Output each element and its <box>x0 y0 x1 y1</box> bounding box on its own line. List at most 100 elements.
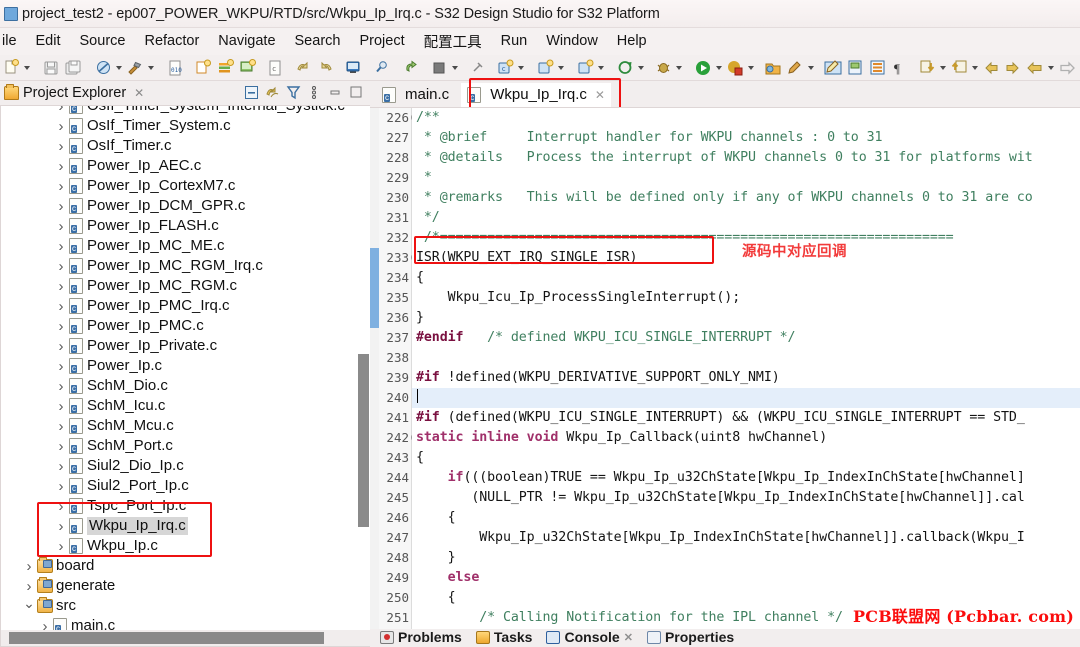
chevron-right-icon[interactable] <box>53 419 69 434</box>
minimize-icon[interactable] <box>327 84 343 100</box>
menu-item-project[interactable]: Project <box>350 31 414 52</box>
profile-icon[interactable] <box>725 58 745 78</box>
tree-item[interactable]: Power_Ip_Private.c <box>1 336 370 356</box>
paintbrush-icon[interactable] <box>785 58 805 78</box>
menu-item-window[interactable]: Window <box>537 31 608 52</box>
editor-gutter[interactable]: 226 227 228 229 230 231 232 233 234 235 236 237 238 2… <box>370 108 420 647</box>
new-config3-icon[interactable] <box>575 58 595 78</box>
code-text-area[interactable]: /** * @brief Interrupt handler for WKPU … <box>412 108 1080 647</box>
pilcrow-icon[interactable]: ¶ <box>889 58 909 78</box>
hammer-build-icon[interactable] <box>125 58 145 78</box>
chevron-right-icon[interactable] <box>53 519 69 534</box>
code-line[interactable]: static inline void Wkpu_Ip_Callback(uint… <box>412 428 1080 448</box>
profile-dropdown-icon[interactable] <box>746 59 756 77</box>
run-dropdown-icon[interactable] <box>714 59 724 77</box>
view-filter-icon[interactable] <box>285 84 301 100</box>
tree-vertical-scrollbar[interactable] <box>358 354 369 527</box>
terminal-icon[interactable] <box>343 58 363 78</box>
new-layers-icon[interactable] <box>215 58 235 78</box>
chevron-down-icon[interactable] <box>21 599 37 613</box>
save-icon[interactable] <box>41 58 61 78</box>
tab-tasks[interactable]: Tasks <box>475 629 532 645</box>
tab-console[interactable]: Console ✕ <box>546 629 633 645</box>
code-line[interactable]: * <box>412 168 1080 188</box>
menu-item-edit[interactable]: Edit <box>27 31 71 52</box>
prev-annotation-dropdown-icon[interactable] <box>970 59 980 77</box>
menu-item-search[interactable]: Search <box>286 31 351 52</box>
code-line[interactable] <box>412 388 1080 408</box>
menu-item-source[interactable]: Source <box>71 31 136 52</box>
tree-item[interactable]: OsIf_Timer_System_Internal_Systick.c <box>1 106 370 116</box>
code-line[interactable]: else <box>412 568 1080 588</box>
search-tool-icon[interactable] <box>371 58 391 78</box>
code-line[interactable]: if(((boolean)TRUE == Wkpu_Ip_u32ChState[… <box>412 468 1080 488</box>
chevron-right-icon[interactable] <box>53 159 69 174</box>
code-line[interactable]: * @brief Interrupt handler for WKPU chan… <box>412 128 1080 148</box>
code-line[interactable]: #if !defined(WKPU_DERIVATIVE_SUPPORT_ONL… <box>412 368 1080 388</box>
tree-item[interactable]: Tspc_Port_Ip.c <box>1 496 370 516</box>
new-c-file-icon[interactable]: c <box>265 58 285 78</box>
save-copy-icon[interactable] <box>845 58 865 78</box>
project-tree-panel[interactable]: OsIf_Timer_System_Internal_Systick.c OsIf… <box>0 105 370 647</box>
tree-item[interactable]: SchM_Icu.c <box>1 396 370 416</box>
redo-icon[interactable] <box>315 58 335 78</box>
code-editor[interactable]: 226 227 228 229 230 231 232 233 234 235 236 237 238 2… <box>370 107 1080 647</box>
tab-properties[interactable]: Properties <box>646 629 734 645</box>
menu-item-refactor[interactable]: Refactor <box>135 31 209 52</box>
tree-item[interactable]: Power_Ip_MC_RGM_Irq.c <box>1 256 370 276</box>
menu-item-navigate[interactable]: Navigate <box>209 31 285 52</box>
tree-item[interactable]: Power_Ip_MC_RGM.c <box>1 276 370 296</box>
debug-bug-icon[interactable] <box>653 58 673 78</box>
tree-item[interactable]: Power_Ip_FLASH.c <box>1 216 370 236</box>
open-folder-icon[interactable] <box>763 58 783 78</box>
code-line[interactable]: { <box>412 508 1080 528</box>
link-with-editor-icon[interactable] <box>264 84 280 100</box>
tree-item[interactable]: Power_Ip.c <box>1 356 370 376</box>
chevron-right-icon[interactable] <box>53 539 69 554</box>
new-window-icon[interactable] <box>237 58 257 78</box>
chevron-right-icon[interactable] <box>53 379 69 394</box>
stop-dropdown-icon[interactable] <box>450 59 460 77</box>
chevron-right-icon[interactable] <box>53 299 69 314</box>
chevron-right-icon[interactable] <box>53 399 69 414</box>
code-line[interactable]: /** <box>412 108 1080 128</box>
view-menu-icon[interactable] <box>306 84 322 100</box>
new-file-dropdown-icon[interactable] <box>22 59 32 77</box>
build-disabled-icon[interactable] <box>93 58 113 78</box>
next-annotation-icon[interactable] <box>917 58 937 78</box>
prev-annotation-icon[interactable] <box>949 58 969 78</box>
tree-item[interactable]: SchM_Dio.c <box>1 376 370 396</box>
right-arrow-icon[interactable] <box>1057 58 1077 78</box>
code-line[interactable]: * @details Process the interrupt of WKPU… <box>412 148 1080 168</box>
menu-item-help[interactable]: Help <box>608 31 657 52</box>
new-config2-icon[interactable] <box>535 58 555 78</box>
new-config-dropdown-icon[interactable] <box>516 59 526 77</box>
chevron-right-icon[interactable] <box>53 439 69 454</box>
tab-problems[interactable]: Problems <box>380 629 462 645</box>
book-icon[interactable] <box>867 58 887 78</box>
code-line[interactable]: #endif /* defined WKPU_ICU_SINGLE_INTERR… <box>412 328 1080 348</box>
tree-item[interactable]: SchM_Mcu.c <box>1 416 370 436</box>
chevron-right-icon[interactable] <box>53 499 69 514</box>
tree-item[interactable]: board <box>1 556 370 576</box>
code-line[interactable]: Wkpu_Ip_u32ChState[Wkpu_Ip_IndexInChStat… <box>412 528 1080 548</box>
stop-square-icon[interactable] <box>429 58 449 78</box>
build-dropdown-icon[interactable] <box>114 59 124 77</box>
menu-item-file[interactable]: ile <box>0 31 27 52</box>
left-arrow-dropdown-icon[interactable] <box>1046 59 1056 77</box>
pencil-edit-icon[interactable] <box>823 58 843 78</box>
tree-item[interactable]: generate <box>1 576 370 596</box>
chevron-right-icon[interactable] <box>53 479 69 494</box>
new-c-project-icon[interactable] <box>193 58 213 78</box>
code-line[interactable]: (NULL_PTR != Wkpu_Ip_u32ChState[Wkpu_Ip_… <box>412 488 1080 508</box>
editor-tab-main-c[interactable]: main.c <box>376 83 455 107</box>
paintbrush-dropdown-icon[interactable] <box>806 59 816 77</box>
tree-item[interactable]: OsIf_Timer_System.c <box>1 116 370 136</box>
maximize-icon[interactable] <box>348 84 364 100</box>
tree-item[interactable]: Power_Ip_PMC.c <box>1 316 370 336</box>
close-icon[interactable]: ✕ <box>595 88 605 102</box>
menu-item-config-tools[interactable]: 配置工具 <box>415 29 492 55</box>
chevron-right-icon[interactable] <box>21 579 37 594</box>
code-line[interactable]: #if (defined(WKPU_ICU_SINGLE_INTERRUPT) … <box>412 408 1080 428</box>
new-config2-dropdown-icon[interactable] <box>556 59 566 77</box>
